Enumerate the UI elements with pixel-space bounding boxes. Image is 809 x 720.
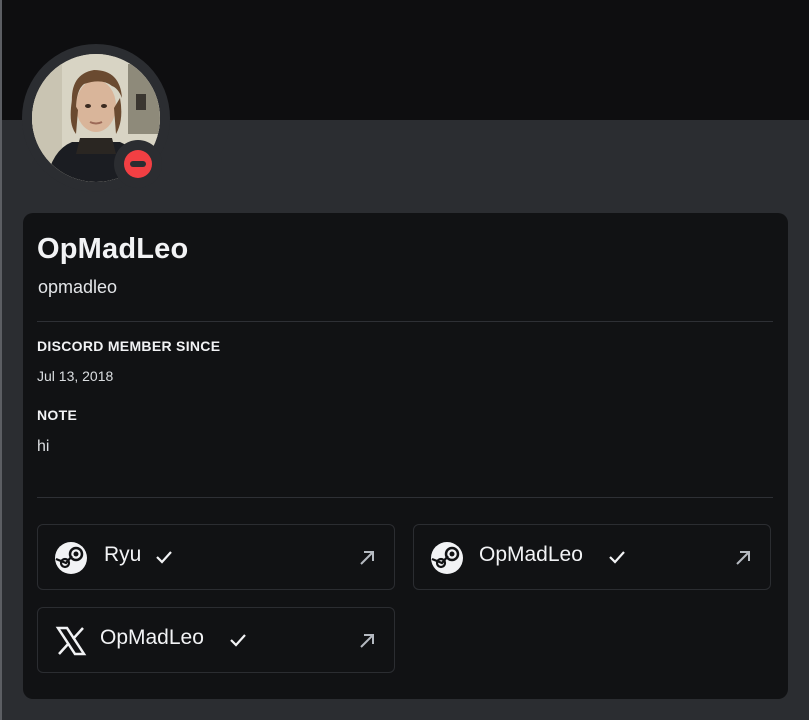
- connection-name: OpMadLeo: [479, 543, 583, 566]
- connection-steam-opmadleo[interactable]: OpMadLeo: [413, 524, 771, 590]
- profile-card: OpMadLeo opmadleo DISCORD MEMBER SINCE J…: [23, 213, 788, 699]
- username: opmadleo: [38, 277, 118, 297]
- external-link-arrow-icon[interactable]: [358, 632, 376, 650]
- window-edge: [0, 0, 2, 720]
- status-indicator: [114, 140, 162, 188]
- verified-check-icon: [230, 634, 246, 647]
- verified-check-icon: [609, 551, 625, 564]
- note-field[interactable]: hi: [37, 438, 49, 456]
- verified-check-icon: [156, 551, 172, 564]
- steam-icon: [55, 542, 87, 574]
- connection-name: OpMadLeo: [100, 626, 204, 649]
- steam-icon: [431, 542, 463, 574]
- divider: [37, 321, 773, 322]
- external-link-arrow-icon[interactable]: [734, 549, 752, 567]
- connection-name: Ryu: [104, 543, 142, 566]
- member-since-title: DISCORD MEMBER SINCE: [37, 338, 221, 354]
- display-name: OpMadLeo: [37, 233, 189, 265]
- connection-x-opmadleo[interactable]: OpMadLeo: [37, 607, 395, 673]
- divider: [37, 497, 773, 498]
- do-not-disturb-icon: [124, 150, 152, 178]
- note-title: NOTE: [37, 407, 78, 423]
- connection-steam-ryu[interactable]: Ryu: [37, 524, 395, 590]
- member-since-value: Jul 13, 2018: [37, 368, 114, 384]
- x-logo-icon: [55, 626, 87, 656]
- external-link-arrow-icon[interactable]: [358, 549, 376, 567]
